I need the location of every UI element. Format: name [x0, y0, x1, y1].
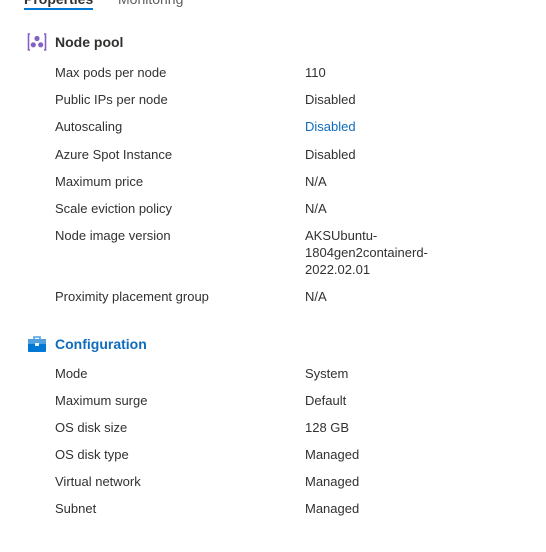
row-label: Autoscaling	[55, 119, 123, 134]
tab-properties[interactable]: Properties	[24, 0, 94, 10]
row-value: Managed	[305, 447, 360, 462]
configuration-title: Configuration	[55, 336, 147, 352]
row-value: 110	[305, 65, 326, 80]
row-label: Maximum surge	[55, 393, 148, 408]
node-pool-section-header: Node pool	[27, 31, 123, 53]
row-value: N/A	[305, 201, 327, 216]
row-value: Default	[305, 393, 347, 408]
node-pool-icon	[27, 32, 47, 52]
row-value: N/A	[305, 289, 327, 304]
row-value: AKSUbuntu- 1804gen2containerd- 2022.02.0…	[305, 227, 465, 278]
row-label: Max pods per node	[55, 65, 167, 80]
row-label: Maximum price	[55, 174, 144, 189]
row-label: Scale eviction policy	[55, 201, 173, 216]
row-value: Disabled	[305, 147, 356, 162]
image-version-line: AKSUbuntu-	[305, 228, 378, 243]
node-pool-title: Node pool	[55, 34, 124, 50]
row-label: Virtual network	[55, 474, 141, 489]
row-label: Azure Spot Instance	[55, 147, 173, 162]
row-value: 128 GB	[305, 420, 350, 435]
image-version-line: 2022.02.01	[305, 262, 371, 277]
row-label: OS disk type	[55, 447, 129, 462]
row-label: OS disk size	[55, 420, 128, 435]
row-value: Managed	[305, 501, 360, 516]
row-value: Managed	[305, 474, 360, 489]
row-label: Proximity placement group	[55, 289, 209, 304]
row-value: N/A	[305, 174, 327, 189]
toolbox-icon	[27, 334, 47, 354]
row-value: Disabled	[305, 92, 356, 107]
row-label: Subnet	[55, 501, 97, 516]
row-value: System	[305, 366, 349, 381]
image-version-line: 1804gen2containerd-	[305, 245, 428, 260]
autoscaling-link[interactable]: Disabled	[305, 118, 465, 135]
configuration-section-header: Configuration	[27, 333, 147, 355]
row-label: Public IPs per node	[55, 92, 168, 107]
row-label: Node image version	[55, 228, 171, 243]
tab-monitoring[interactable]: Monitoring	[118, 0, 183, 8]
row-label: Mode	[55, 366, 88, 381]
